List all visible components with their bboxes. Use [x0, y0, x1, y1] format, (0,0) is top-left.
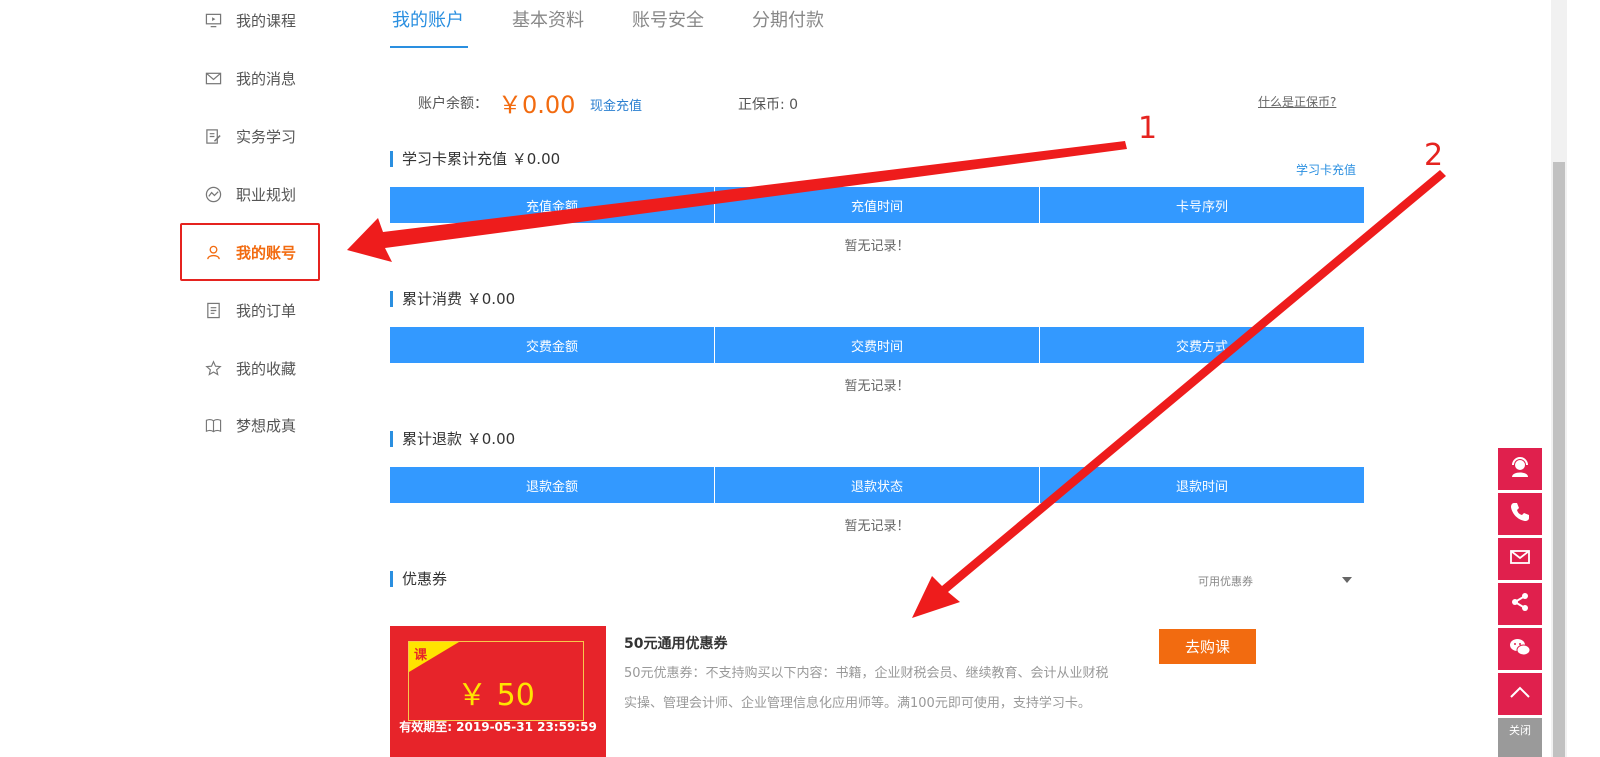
page-scrollbar-thumb[interactable] [1553, 162, 1565, 757]
back-to-top-icon [1508, 680, 1532, 708]
annotation-label-2: 2 [1424, 138, 1444, 173]
annotation-arrow-2 [912, 170, 1446, 618]
share-icon [1508, 590, 1532, 618]
annotation-arrow-1 [347, 141, 1127, 262]
email-button[interactable] [1498, 538, 1542, 580]
annotation-label-1: 1 [1138, 111, 1158, 146]
share-button[interactable] [1498, 583, 1542, 625]
annotation-arrows [347, 141, 1446, 618]
customer-service-icon [1508, 455, 1532, 483]
wechat-icon [1508, 635, 1532, 663]
customer-service-button[interactable] [1498, 448, 1542, 490]
phone-button[interactable] [1498, 493, 1542, 535]
back-to-top-button[interactable] [1498, 673, 1542, 715]
phone-icon [1508, 500, 1532, 528]
mail-icon [1508, 545, 1532, 573]
close-float-bar-button[interactable]: 关闭 [1498, 718, 1542, 757]
wechat-button[interactable] [1498, 628, 1542, 670]
